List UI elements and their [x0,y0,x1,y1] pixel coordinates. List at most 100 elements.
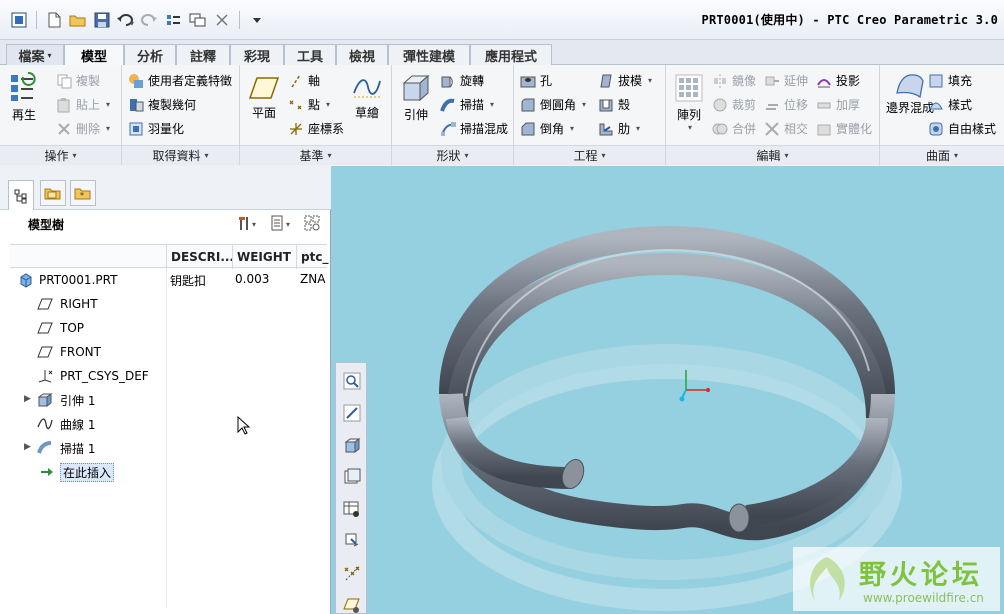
expand-arrow-icon[interactable]: ▶ [24,394,31,404]
group-engineering-footer[interactable]: 工程 ▾ [514,145,665,165]
project-button[interactable]: 投影 [816,72,860,89]
revolve-button[interactable]: 旋轉 [440,72,484,89]
group-shapes-footer[interactable]: 形狀 ▾ [392,145,513,165]
rib-button[interactable]: 肋 ▾ [598,120,640,137]
axis-button[interactable]: 軸 [288,72,320,89]
chevron-down-icon: ▾ [784,151,789,160]
column-weight[interactable]: WEIGHT [232,245,296,269]
fill-button[interactable]: 填充 [928,72,972,89]
tree-item-front[interactable]: FRONT [10,341,327,363]
paste-button[interactable]: 貼上 ▾ [56,96,110,113]
datum-display-icon[interactable] [340,561,364,585]
plane-button[interactable]: 平面 [248,75,280,121]
extrude-button[interactable]: 引伸 [400,73,432,123]
open-icon[interactable] [67,9,89,31]
group-surfaces-footer[interactable]: 曲面 ▾ [880,145,1004,165]
tab-flexible-modeling[interactable]: 彈性建模 [388,44,470,65]
intersect-button[interactable]: 相交 [764,120,808,137]
tab-applications[interactable]: 應用程式 [470,44,552,65]
tree-item-csys[interactable]: PRT_CSYS_DEF [10,365,327,387]
show-options-icon[interactable]: ▾ [270,215,294,234]
tab-analysis[interactable]: 分析 [124,44,176,65]
point-button[interactable]: 點 ▾ [288,96,330,113]
tree-filter-icon[interactable] [304,215,322,234]
column-ptc[interactable]: ptc_ [296,245,328,269]
regenerate-icon[interactable] [163,9,185,31]
csys-button[interactable]: 座標系 [288,120,344,137]
tab-annotate[interactable]: 註釋 [176,44,230,65]
zoom-icon[interactable] [340,369,364,393]
offset-button[interactable]: 位移 [764,96,808,113]
tree-item-right[interactable]: RIGHT [10,293,327,315]
redo-icon[interactable] [139,9,161,31]
sketch-button[interactable]: 草繪 [352,75,382,121]
tree-item-extrude[interactable]: ▶ 引伸 1 [10,389,327,411]
tree-item-sweep[interactable]: ▶ 掃描 1 [10,437,327,459]
merge-button[interactable]: 合併 [712,120,756,137]
swept-blend-button[interactable]: 掃描混成 [440,120,508,137]
new-icon[interactable] [43,9,65,31]
undo-icon[interactable]: ▾ [115,9,137,31]
tree-item-label: 在此插入 [60,462,115,482]
tab-render[interactable]: 彩現 [230,44,284,65]
group-engineering: 孔 倒圓角 ▾ 倒角 ▾ 拔模 ▾ 殼 肋 ▾ 工程 ▾ [514,65,666,165]
mirror-button[interactable]: 鏡像 [712,72,756,89]
shrinkwrap-button[interactable]: 羽量化 [128,120,184,137]
group-operations-footer[interactable]: 操作 ▾ [0,145,121,165]
regenerate-button[interactable]: 再生 [8,71,40,123]
display-style-icon[interactable] [340,433,364,457]
freestyle-button[interactable]: 自由樣式 [928,120,996,137]
app-menu-icon[interactable] [8,9,30,31]
round-button[interactable]: 倒圓角 ▾ [520,96,586,113]
solidify-button[interactable]: 實體化 [816,120,872,137]
tab-analysis-label: 分析 [136,49,163,65]
group-datum-footer[interactable]: 基準 ▾ [240,145,391,165]
windows-icon[interactable] [187,9,209,31]
expand-arrow-icon[interactable]: ▶ [24,442,31,452]
group-editing-footer[interactable]: 編輯 ▾ [666,145,879,165]
draft-button[interactable]: 拔模 ▾ [598,72,652,89]
annotation-display-icon[interactable] [340,593,364,614]
tree-item-top[interactable]: TOP [10,317,327,339]
settings-tools-icon[interactable]: ▾ [236,215,260,234]
boundary-blend-button[interactable]: 邊界混成 [886,71,934,115]
copy-geometry-button[interactable]: 複製幾何 [128,96,196,113]
favorites-tab[interactable]: * [70,180,96,206]
folder-browser-tab[interactable] [40,180,66,206]
customize-icon[interactable] [246,9,268,31]
tree-root-row[interactable]: PRT0001.PRT 钥匙扣 0.003 ZNA [10,269,327,291]
copy-button[interactable]: 複製 [56,72,100,89]
draft-label: 拔模 [618,74,643,88]
csys-icon [38,370,53,383]
view-manager-icon[interactable] [340,497,364,521]
paste-icon [57,97,70,112]
tree-item-label: 引伸 1 [60,393,96,408]
extend-button[interactable]: 延伸 [764,72,808,89]
shell-button[interactable]: 殼 [598,96,630,113]
column-description[interactable]: DESCRI... [166,245,234,269]
tab-tools[interactable]: 工具 [284,44,336,65]
group-shapes: 引伸 旋轉 掃描 ▾ 掃描混成 形狀 ▾ [392,65,514,165]
sweep-button[interactable]: 掃描 ▾ [440,96,494,113]
delete-button[interactable]: 刪除 ▾ [56,120,110,137]
tab-view[interactable]: 檢視 [336,44,388,65]
pattern-button[interactable]: 陣列 ▾ [674,73,704,132]
hole-button[interactable]: 孔 [520,72,552,89]
refit-icon[interactable] [340,401,364,425]
thicken-button[interactable]: 加厚 [816,96,860,113]
udf-button[interactable]: 使用者定義特徵 [128,72,232,89]
model-tree-tools: ▾ ▾ [236,215,322,234]
saved-views-icon[interactable] [340,465,364,489]
chamfer-button[interactable]: 倒角 ▾ [520,120,574,137]
tree-item-insert-here[interactable]: 在此插入 [10,461,327,483]
tab-file[interactable]: 檔案 ▾ [6,44,64,65]
model-tree-tab[interactable] [8,180,34,210]
tree-item-curve[interactable]: 曲線 1 [10,413,327,435]
group-get-data-footer[interactable]: 取得資料 ▾ [122,145,239,165]
save-icon[interactable] [91,9,113,31]
tab-model[interactable]: 模型 [64,44,124,66]
close-window-icon[interactable] [211,9,233,31]
style-button[interactable]: 樣式 [928,96,972,113]
perspective-icon[interactable] [340,529,364,553]
trim-button[interactable]: 裁剪 [712,96,756,113]
